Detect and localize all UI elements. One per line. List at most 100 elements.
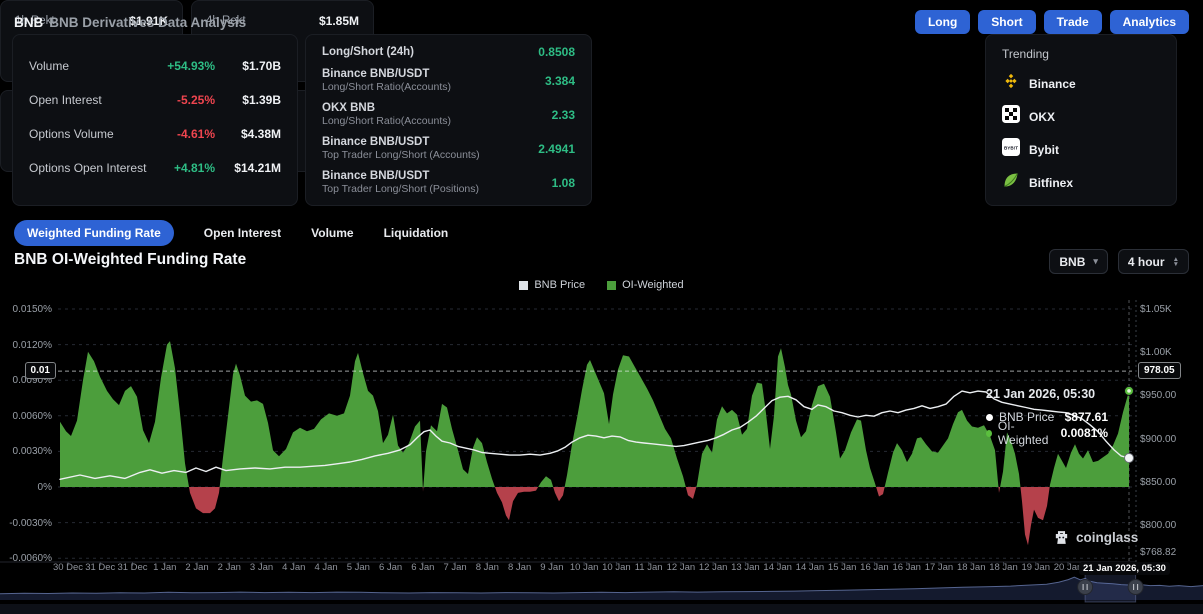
trade-button[interactable]: Trade [1044, 10, 1102, 34]
x-axis-tick: 18 Jan [989, 562, 1018, 573]
stat-change: +54.93% [153, 59, 215, 73]
x-axis-tick: 4 Jan [282, 562, 305, 573]
stat-change: +4.81% [153, 161, 215, 175]
market-stats-panel: Volume+54.93%$1.70BOpen Interest-5.25%$1… [12, 34, 298, 206]
x-axis-tick: 12 Jan [699, 562, 728, 573]
navigator-area[interactable] [0, 577, 1203, 600]
page-header: BNB BNB Derivatives Data Analysis LongSh… [14, 9, 1189, 35]
symbol-select[interactable]: BNB ▾ [1049, 249, 1108, 274]
long-button[interactable]: Long [915, 10, 970, 34]
ratio-label: Long/Short (24h) [322, 46, 538, 59]
x-axis-last-tick: 21 Jan 2026, 05:30 [1079, 562, 1170, 575]
analytics-button[interactable]: Analytics [1110, 10, 1189, 34]
x-axis-tick: 10 Jan [570, 562, 599, 573]
x-axis-tick: 3 Jan [250, 562, 273, 573]
trending-item-bybit[interactable]: BYB!T Bybit [1002, 133, 1160, 166]
y-axis-tick-right: $950.00 [1140, 390, 1176, 401]
stat-row-open-interest: Open Interest-5.25%$1.39B [29, 83, 281, 117]
ratio-row: Binance BNB/USDTTop Trader Long/Short (A… [322, 136, 575, 161]
x-axis-tick: 18 Jan [957, 562, 986, 573]
chart-legend: BNB Price OI-Weighted [0, 279, 1203, 291]
trending-item-binance[interactable]: Binance [1002, 67, 1160, 100]
ratio-value: 3.384 [545, 74, 575, 88]
legend-label: OI-Weighted [622, 279, 684, 291]
x-axis-tick: 2 Jan [218, 562, 241, 573]
tab-open-interest[interactable]: Open Interest [204, 226, 281, 240]
y-axis-tick-right: $850.00 [1140, 477, 1176, 488]
y-axis-tick-right: $768.82 [1140, 547, 1176, 558]
x-axis-tick: 17 Jan [925, 562, 954, 573]
y-axis-tick-left: 0.0030% [2, 446, 52, 457]
trending-item-bitfinex[interactable]: Bitfinex [1002, 166, 1160, 199]
x-axis-tick: 2 Jan [185, 562, 208, 573]
ratio-row: Long/Short (24h)0.8508 [322, 45, 575, 59]
ratio-label: Binance BNB/USDT [322, 136, 538, 149]
binance-icon [1002, 72, 1020, 95]
ratio-label: Binance BNB/USDT [322, 68, 545, 81]
ratio-value: 0.8508 [538, 45, 575, 59]
stat-change: -4.61% [153, 127, 215, 141]
stat-row-volume: Volume+54.93%$1.70B [29, 49, 281, 83]
ratio-label: OKX BNB [322, 102, 552, 115]
ratio-row: Binance BNB/USDTLong/Short Ratio(Account… [322, 68, 575, 93]
stat-row-options-volume: Options Volume-4.61%$4.38M [29, 117, 281, 151]
legend-item-bnb-price[interactable]: BNB Price [519, 279, 585, 291]
interval-select[interactable]: 4 hour ▲▼ [1118, 249, 1189, 274]
legend-label: BNB Price [534, 279, 585, 291]
funding-current-badge: 0.01 [25, 362, 56, 379]
x-axis-tick: 8 Jan [476, 562, 499, 573]
x-axis-tick: 16 Jan [892, 562, 921, 573]
y-axis-tick-left: 0.0150% [2, 304, 52, 315]
y-axis-tick-left: 0.0060% [2, 411, 52, 422]
x-axis-tick: 11 Jan [635, 562, 663, 573]
x-axis-tick: 14 Jan [763, 562, 792, 573]
trending-item-okx[interactable]: OKX [1002, 100, 1160, 133]
navigator-handle-right[interactable] [1128, 580, 1143, 595]
stat-label: Options Open Interest [29, 161, 153, 175]
tab-liquidation[interactable]: Liquidation [384, 226, 449, 240]
ratio-sublabel: Long/Short Ratio(Accounts) [322, 81, 545, 93]
y-axis-tick-left: -0.0030% [2, 518, 52, 529]
ratio-label: Binance BNB/USDT [322, 170, 552, 183]
chart-plot-area[interactable] [58, 300, 1132, 562]
y-axis-tick-left: 0% [2, 482, 52, 493]
ratio-sublabel: Top Trader Long/Short (Accounts) [322, 149, 538, 161]
x-axis-tick: 20 Jan [1054, 562, 1083, 573]
exchange-name: Bybit [1029, 143, 1059, 157]
x-axis-tick: 6 Jan [379, 562, 402, 573]
legend-item-oi-weighted[interactable]: OI-Weighted [607, 279, 684, 291]
stat-label: Options Volume [29, 127, 153, 141]
stat-label: Open Interest [29, 93, 153, 107]
ratio-value: 1.08 [552, 176, 575, 190]
x-axis-tick: 9 Jan [540, 562, 563, 573]
derivatives-dashboard: BNB BNB Derivatives Data Analysis LongSh… [0, 0, 1203, 614]
ratio-sublabel: Top Trader Long/Short (Positions) [322, 183, 552, 195]
x-axis-tick: 12 Jan [667, 562, 696, 573]
x-axis-tick: 1 Jan [153, 562, 176, 573]
stat-value: $1.39B [215, 93, 281, 107]
trending-panel: Trending BinanceOKXBYB!TBybitBitfinex [985, 34, 1177, 206]
x-axis-tick: 6 Jan [411, 562, 434, 573]
ratio-row: OKX BNBLong/Short Ratio(Accounts)2.33 [322, 102, 575, 127]
navigator-line [0, 577, 1203, 594]
x-axis-tick: 7 Jan [443, 562, 466, 573]
navigator-handle-left[interactable] [1078, 580, 1093, 595]
legend-swatch [519, 281, 528, 290]
okx-icon [1002, 105, 1020, 128]
navigator-selection[interactable] [1085, 572, 1136, 602]
tab-volume[interactable]: Volume [311, 226, 353, 240]
exchange-name: OKX [1029, 110, 1055, 124]
header-actions: Long Short Trade Analytics [915, 10, 1189, 34]
stat-value: $1.70B [215, 59, 281, 73]
scrollbar-track[interactable] [0, 604, 1203, 614]
svg-text:BYB!T: BYB!T [1004, 146, 1018, 151]
chart-tabs: Weighted Funding Rate Open Interest Volume… [14, 220, 448, 246]
tab-weighted-funding-rate[interactable]: Weighted Funding Rate [14, 220, 174, 246]
y-axis-tick-right: $1.00K [1140, 347, 1172, 358]
symbol-select-value: BNB [1059, 255, 1085, 269]
x-axis-tick: 16 Jan [860, 562, 889, 573]
short-button[interactable]: Short [978, 10, 1035, 34]
x-axis-tick: 15 Jan [828, 562, 857, 573]
x-axis-tick: 31 Dec [117, 562, 147, 573]
ratio-value: 2.4941 [538, 142, 575, 156]
